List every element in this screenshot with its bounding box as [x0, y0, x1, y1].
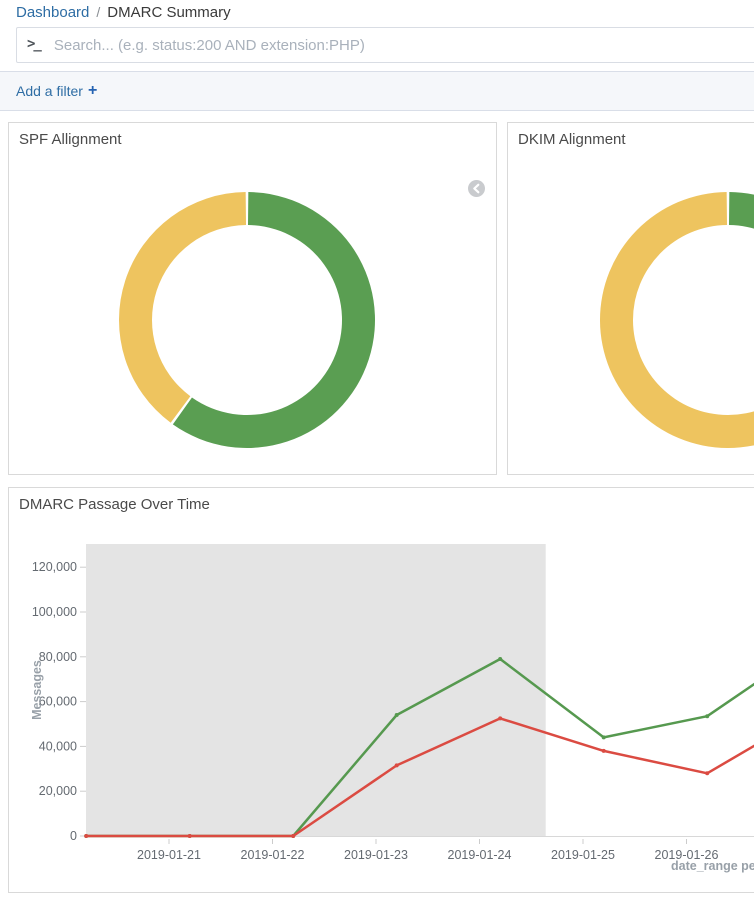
legend-toggle-icon[interactable] — [468, 180, 485, 197]
x-tick-label: 2019-01-23 — [344, 848, 408, 862]
y-tick-label: 40,000 — [39, 739, 77, 753]
search-bar: >_ — [16, 27, 754, 63]
data-point-red-line[interactable] — [705, 771, 709, 775]
x-tick-label: 2019-01-22 — [241, 848, 305, 862]
y-tick-label: 100,000 — [32, 605, 77, 619]
y-tick-label: 80,000 — [39, 650, 77, 664]
data-point-green-line[interactable] — [705, 714, 709, 718]
panel-spf-alignment: SPF Allignment — [8, 122, 497, 475]
dashboard-page: Dashboard / DMARC Summary >_ Add a filter … — [0, 0, 754, 898]
breadcrumb-dashboard-link[interactable]: Dashboard — [16, 4, 89, 21]
breadcrumb: Dashboard / DMARC Summary — [16, 4, 231, 21]
dkim-donut-chart[interactable] — [508, 123, 754, 474]
filter-bar: Add a filter + — [0, 72, 754, 110]
y-tick-label: 60,000 — [39, 695, 77, 709]
search-input[interactable] — [48, 37, 754, 54]
add-filter-plus-icon[interactable]: + — [88, 82, 97, 100]
breadcrumb-current: DMARC Summary — [107, 4, 230, 21]
panel-dmarc-passage: DMARC Passage Over Time 020,00040,00060,… — [8, 487, 754, 893]
x-axis-title: date_range per day — [671, 859, 754, 873]
time-selection-region[interactable] — [86, 544, 546, 836]
donut-slice-green-segment[interactable] — [729, 192, 754, 319]
data-point-red-line[interactable] — [498, 716, 502, 720]
data-point-red-line[interactable] — [291, 834, 295, 838]
add-filter-link[interactable]: Add a filter — [16, 83, 83, 99]
y-tick-label: 120,000 — [32, 560, 77, 574]
donut-slice-yellow-segment[interactable] — [600, 192, 754, 448]
x-tick-label: 2019-01-25 — [551, 848, 615, 862]
data-point-red-line[interactable] — [395, 763, 399, 767]
data-point-green-line[interactable] — [395, 713, 399, 717]
x-tick-label: 2019-01-24 — [448, 848, 512, 862]
donut-slice-yellow-segment[interactable] — [119, 192, 246, 423]
data-point-green-line[interactable] — [498, 657, 502, 661]
y-tick-label: 20,000 — [39, 784, 77, 798]
y-axis-title: Messages — [30, 660, 44, 720]
data-point-red-line[interactable] — [84, 834, 88, 838]
data-point-red-line[interactable] — [188, 834, 192, 838]
dmarc-passage-line-chart[interactable]: 0 20,000 40,000 60,000 80,000 100,000 120,000 2… — [9, 488, 754, 892]
spf-donut-chart[interactable] — [9, 123, 496, 474]
breadcrumb-separator: / — [96, 4, 100, 20]
x-tick-label: 2019-01-21 — [137, 848, 201, 862]
divider-below-filter-bar — [0, 110, 754, 111]
y-tick-label: 0 — [70, 829, 77, 843]
data-point-green-line[interactable] — [602, 735, 606, 739]
data-point-red-line[interactable] — [602, 749, 606, 753]
panel-dkim-alignment: DKIM Alignment — [507, 122, 754, 475]
query-prompt-icon: >_ — [17, 36, 48, 54]
